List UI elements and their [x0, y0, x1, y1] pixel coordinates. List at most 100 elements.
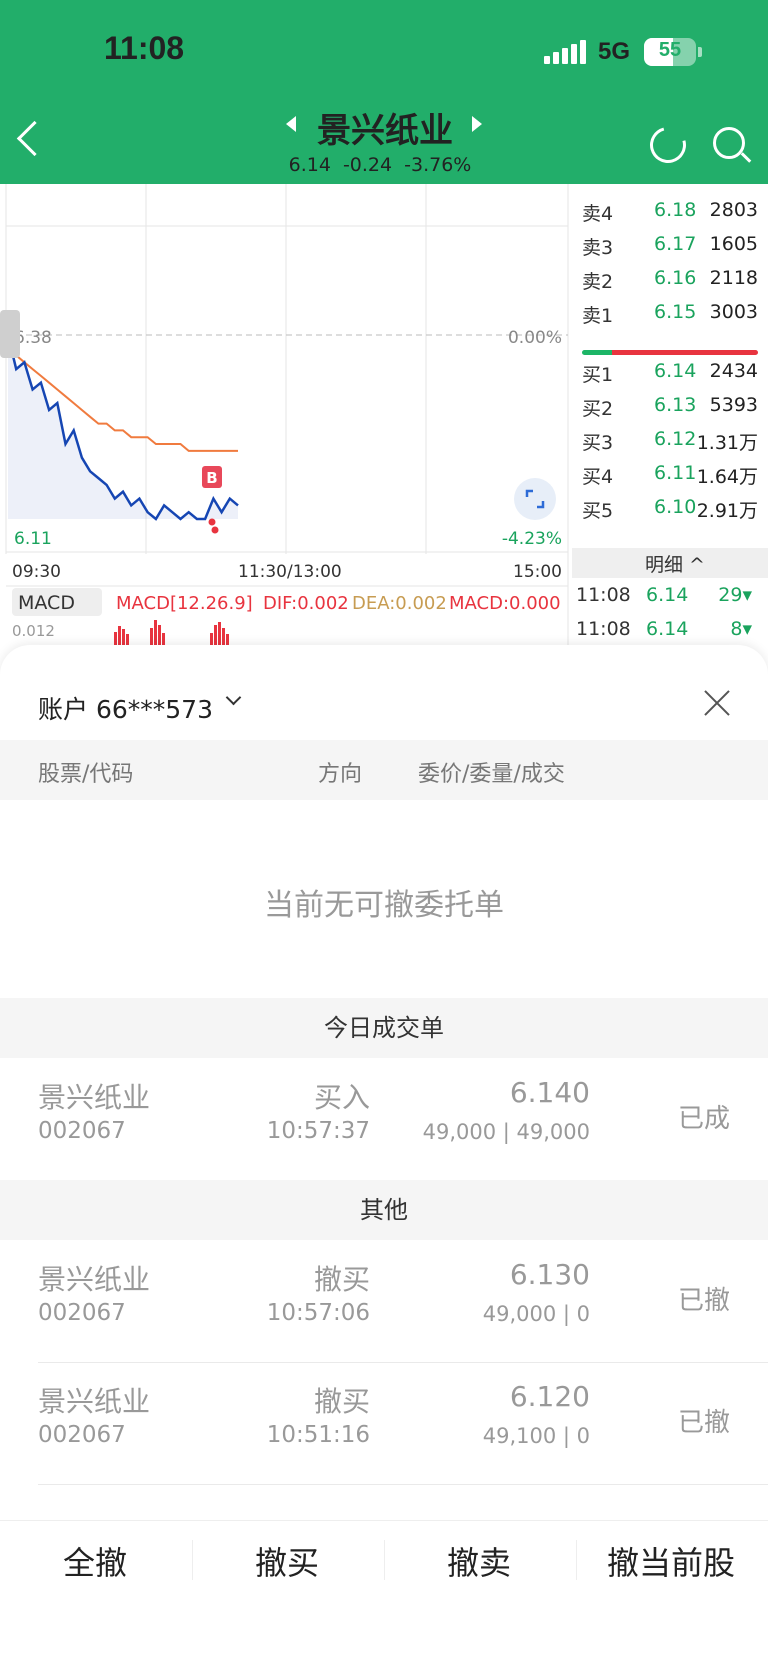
tick-time: 11:08: [576, 618, 631, 640]
bid-row: 买4 6.11 1.64万: [582, 462, 768, 492]
bid-price: 6.11: [654, 462, 697, 484]
detail-toggle[interactable]: 明细 ^: [645, 550, 705, 577]
price-low-label: 6.11: [14, 529, 52, 549]
ask-volume: 1605: [709, 233, 758, 255]
ask-label: 卖1: [582, 305, 614, 327]
bid-row: 买3 6.12 1.31万: [582, 428, 768, 458]
empty-message: 当前无可撤委托单: [264, 888, 504, 923]
cancel-sell-button[interactable]: 撤卖: [384, 1538, 574, 1584]
bid-price: 6.10: [654, 496, 697, 518]
bid-price: 6.13: [654, 394, 697, 416]
bid-label: 买1: [582, 364, 614, 386]
pct-low-label: -4.23%: [502, 529, 562, 549]
bid-label: 买2: [582, 398, 614, 420]
network-label: 5G: [598, 38, 631, 65]
intraday-chart[interactable]: 6.38 0.00% 6.11 -4.23% 09:30 11:30/13:00…: [0, 184, 570, 649]
order-direction: 撤买: [313, 1385, 370, 1418]
divider: [38, 1484, 768, 1485]
prev-stock-icon[interactable]: [286, 116, 296, 132]
chart-svg: 6.38 0.00% 6.11 -4.23% 09:30 11:30/13:00…: [0, 184, 569, 649]
order-status: 已撤: [678, 1408, 731, 1438]
order-stock-name: 景兴纸业: [38, 1263, 151, 1296]
chart-side-handle[interactable]: [0, 310, 20, 358]
bid-row: 买1 6.14 2434: [582, 360, 768, 390]
ask-price: 6.18: [654, 199, 697, 221]
bid-label: 买5: [582, 500, 614, 522]
time-start-label: 09:30: [12, 562, 61, 582]
buy-strength-bar: [582, 350, 612, 355]
list-item[interactable]: 景兴纸业 002067 撤买 10:51:16 6.120 49,100 | 0…: [0, 1362, 768, 1482]
ask-volume: 2118: [709, 267, 758, 289]
order-time: 10:57:06: [266, 1300, 370, 1326]
order-status: 已成: [678, 1104, 731, 1134]
ask-row: 卖3 6.17 1605: [582, 233, 768, 263]
tick-volume: 8▾: [730, 618, 752, 640]
list-item[interactable]: 景兴纸业 002067 撤买 10:57:06 6.130 49,000 | 0…: [0, 1240, 768, 1360]
battery-icon: 55: [644, 38, 696, 66]
close-icon[interactable]: [700, 686, 734, 720]
order-price: 6.120: [509, 1380, 590, 1413]
next-stock-icon[interactable]: [472, 116, 482, 132]
bid-price: 6.14: [654, 360, 697, 382]
order-stock-code: 002067: [38, 1118, 126, 1144]
order-book: 卖4 6.18 2803 卖3 6.17 1605 卖2 6.16 2118 卖…: [572, 184, 768, 649]
ask-label: 卖4: [582, 203, 614, 225]
ask-row: 卖4 6.18 2803: [582, 199, 768, 229]
ask-row: 卖2 6.16 2118: [582, 267, 768, 297]
cancel-buy-button[interactable]: 撤买: [192, 1538, 382, 1584]
price-change-pct: -3.76%: [404, 154, 472, 176]
tick-volume: 29▾: [718, 584, 752, 606]
dea-value: DEA:0.002: [352, 593, 447, 614]
order-direction: 撤买: [313, 1263, 370, 1296]
battery-percent: 55: [658, 39, 682, 61]
section-today: 今日成交单: [0, 998, 768, 1058]
account-selector[interactable]: 账户 66***573: [38, 690, 213, 726]
order-price: 6.140: [509, 1076, 590, 1109]
macd-params: MACD[12.26.9]: [116, 593, 253, 614]
buy-marker-label: B: [206, 469, 217, 487]
order-qty: 49,000 | 49,000: [422, 1120, 590, 1144]
order-price: 6.130: [509, 1258, 590, 1291]
bid-volume: 2434: [709, 360, 758, 382]
price-change: -0.24: [342, 154, 393, 176]
order-stock-code: 002067: [38, 1300, 126, 1326]
order-time: 10:57:37: [266, 1118, 370, 1144]
ask-volume: 2803: [709, 199, 758, 221]
bid-volume: 2.91万: [696, 500, 758, 522]
cancel-all-button[interactable]: 全撤: [0, 1538, 190, 1584]
order-stock-name: 景兴纸业: [38, 1385, 151, 1418]
ask-row: 卖1 6.15 3003: [582, 301, 768, 331]
stock-title: 景兴纸业: [317, 111, 453, 151]
list-item[interactable]: 景兴纸业 002067 买入 10:57:37 6.140 49,000 | 4…: [0, 1058, 768, 1178]
expand-chart-icon[interactable]: [514, 478, 556, 520]
bid-row: 买5 6.10 2.91万: [582, 496, 768, 526]
bid-volume: 1.31万: [696, 432, 758, 454]
bid-price: 6.12: [654, 428, 697, 450]
cancel-current-stock-button[interactable]: 撤当前股: [576, 1538, 766, 1584]
ask-label: 卖2: [582, 271, 614, 293]
macd-selector[interactable]: MACD: [18, 592, 75, 614]
sell-strength-bar: [612, 350, 758, 355]
quote-line: 6.14 -0.24 -3.76%: [270, 154, 490, 176]
ask-price: 6.17: [654, 233, 697, 255]
order-stock-name: 景兴纸业: [38, 1081, 151, 1114]
status-time: 11:08: [104, 30, 185, 66]
signal-icon: [544, 40, 589, 64]
macd-axis-label: 0.012: [12, 622, 55, 640]
macd-histogram: [114, 620, 229, 646]
column-direction: 方向: [318, 762, 363, 787]
tick-time: 11:08: [576, 584, 631, 606]
ask-price: 6.15: [654, 301, 697, 323]
order-stock-code: 002067: [38, 1422, 126, 1448]
bid-volume: 1.64万: [696, 466, 758, 488]
ask-label: 卖3: [582, 237, 614, 259]
order-qty: 49,100 | 0: [482, 1424, 590, 1448]
dif-value: DIF:0.002: [263, 593, 349, 614]
bid-label: 买3: [582, 432, 614, 454]
tick-price: 6.14: [646, 618, 689, 640]
ask-volume: 3003: [709, 301, 758, 323]
battery-nub: [698, 47, 702, 57]
time-end-label: 15:00: [513, 562, 562, 582]
bid-volume: 5393: [709, 394, 758, 416]
section-other: 其他: [0, 1180, 768, 1240]
